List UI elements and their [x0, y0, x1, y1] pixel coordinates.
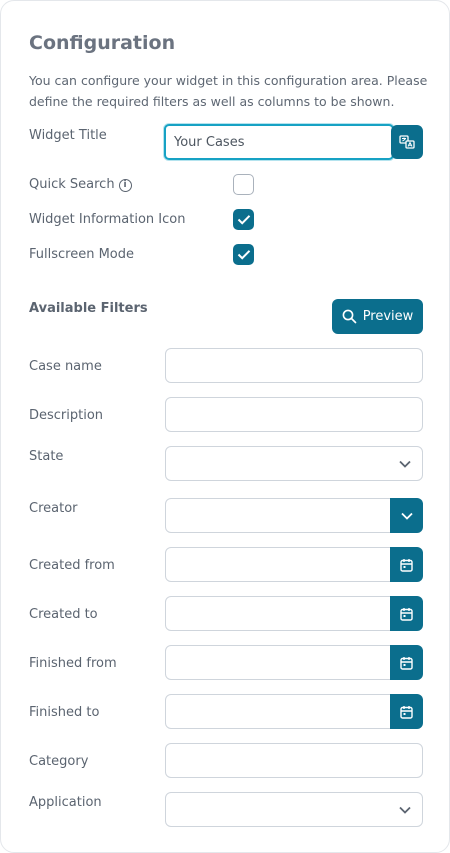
creator-input[interactable]: [165, 498, 391, 533]
finished-from-input[interactable]: [165, 645, 391, 680]
application-label: Application: [29, 795, 102, 810]
state-label: State: [29, 449, 64, 464]
state-select[interactable]: [165, 446, 423, 481]
chevron-down-icon: [399, 460, 411, 468]
finished-to-calendar-button[interactable]: [390, 694, 423, 729]
configuration-panel: Configuration You can configure your wid…: [0, 0, 450, 853]
finished-from-calendar-button[interactable]: [390, 645, 423, 680]
creator-dropdown-button[interactable]: [390, 498, 423, 533]
check-icon: [237, 215, 250, 225]
created-to-calendar-button[interactable]: [390, 596, 423, 631]
available-filters-title: Available Filters: [29, 301, 148, 316]
calendar-icon: [400, 656, 413, 670]
info-icon-checkbox[interactable]: [233, 209, 254, 230]
quick-search-checkbox[interactable]: [233, 174, 254, 195]
widget-title-input[interactable]: Your Cases: [164, 124, 394, 160]
category-input[interactable]: [165, 743, 423, 778]
created-from-input[interactable]: [165, 547, 391, 582]
fullscreen-checkbox[interactable]: [233, 244, 254, 265]
translate-button[interactable]: [391, 125, 423, 159]
chevron-down-icon: [399, 806, 411, 814]
config-title: Configuration: [29, 32, 176, 54]
finished-to-input[interactable]: [165, 694, 391, 729]
calendar-icon: [400, 558, 413, 572]
created-from-label: Created from: [29, 558, 115, 573]
calendar-icon: [400, 607, 413, 621]
created-from-calendar-button[interactable]: [390, 547, 423, 582]
preview-button[interactable]: Preview: [332, 299, 423, 334]
created-to-label: Created to: [29, 607, 98, 622]
creator-label: Creator: [29, 501, 78, 516]
chevron-down-icon: [400, 512, 413, 520]
fullscreen-label: Fullscreen Mode: [29, 247, 134, 262]
translate-icon: [399, 135, 415, 149]
created-to-input[interactable]: [165, 596, 391, 631]
case-name-label: Case name: [29, 359, 102, 374]
widget-title-label: Widget Title: [29, 128, 107, 143]
config-description: You can configure your widget in this co…: [29, 73, 428, 109]
finished-to-label: Finished to: [29, 705, 100, 720]
quick-search-label: Quick Search i: [29, 177, 132, 192]
info-icon-label: Widget Information Icon: [29, 212, 186, 227]
category-label: Category: [29, 754, 89, 769]
case-name-input[interactable]: [165, 348, 423, 383]
description-input[interactable]: [165, 397, 423, 432]
search-icon: [342, 309, 357, 324]
calendar-icon: [400, 705, 413, 719]
finished-from-label: Finished from: [29, 656, 117, 671]
check-icon: [237, 250, 250, 260]
info-icon[interactable]: i: [118, 179, 132, 192]
description-label: Description: [29, 408, 104, 423]
application-select[interactable]: [165, 792, 423, 827]
